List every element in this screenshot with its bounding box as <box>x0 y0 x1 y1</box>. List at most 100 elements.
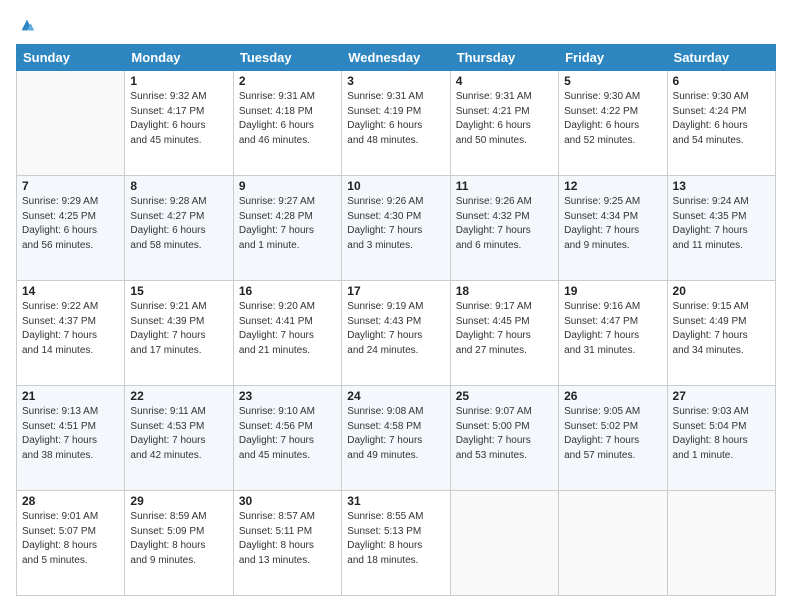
weekday-monday: Monday <box>125 45 233 71</box>
day-cell: 18 Sunrise: 9:17 AM Sunset: 4:45 PM Dayli… <box>450 281 558 386</box>
day-info: Sunrise: 8:57 AM Sunset: 5:11 PM Dayligh… <box>239 510 336 568</box>
day-info: Sunrise: 9:26 AM Sunset: 4:32 PM Dayligh… <box>456 195 553 253</box>
day-cell: 1 Sunrise: 9:32 AM Sunset: 4:17 PM Daylig… <box>125 71 233 176</box>
day-info: Sunrise: 9:32 AM Sunset: 4:17 PM Dayligh… <box>130 90 227 148</box>
day-info: Sunrise: 9:31 AM Sunset: 4:18 PM Dayligh… <box>239 90 336 148</box>
day-info: Sunrise: 9:05 AM Sunset: 5:02 PM Dayligh… <box>564 405 661 463</box>
day-cell <box>667 491 775 596</box>
day-info: Sunrise: 9:01 AM Sunset: 5:07 PM Dayligh… <box>22 510 119 568</box>
day-cell: 31 Sunrise: 8:55 AM Sunset: 5:13 PM Dayli… <box>342 491 450 596</box>
day-cell: 23 Sunrise: 9:10 AM Sunset: 4:56 PM Dayli… <box>233 386 341 491</box>
day-info: Sunrise: 9:21 AM Sunset: 4:39 PM Dayligh… <box>130 300 227 358</box>
day-cell: 5 Sunrise: 9:30 AM Sunset: 4:22 PM Daylig… <box>559 71 667 176</box>
weekday-tuesday: Tuesday <box>233 45 341 71</box>
day-info: Sunrise: 9:11 AM Sunset: 4:53 PM Dayligh… <box>130 405 227 463</box>
day-number: 31 <box>347 494 444 508</box>
day-info: Sunrise: 9:16 AM Sunset: 4:47 PM Dayligh… <box>564 300 661 358</box>
day-cell <box>450 491 558 596</box>
week-row-4: 28 Sunrise: 9:01 AM Sunset: 5:07 PM Dayli… <box>17 491 776 596</box>
day-cell: 11 Sunrise: 9:26 AM Sunset: 4:32 PM Dayli… <box>450 176 558 281</box>
day-cell: 4 Sunrise: 9:31 AM Sunset: 4:21 PM Daylig… <box>450 71 558 176</box>
day-number: 24 <box>347 389 444 403</box>
day-cell: 13 Sunrise: 9:24 AM Sunset: 4:35 PM Dayli… <box>667 176 775 281</box>
day-number: 9 <box>239 179 336 193</box>
day-number: 5 <box>564 74 661 88</box>
day-cell: 21 Sunrise: 9:13 AM Sunset: 4:51 PM Dayli… <box>17 386 125 491</box>
day-number: 13 <box>673 179 770 193</box>
day-cell: 9 Sunrise: 9:27 AM Sunset: 4:28 PM Daylig… <box>233 176 341 281</box>
day-cell: 8Sunrise: 9:28 AM Sunset: 4:27 PM Daylig… <box>125 176 233 281</box>
day-info: Sunrise: 9:30 AM Sunset: 4:22 PM Dayligh… <box>564 90 661 148</box>
day-number: 22 <box>130 389 227 403</box>
day-cell: 27 Sunrise: 9:03 AM Sunset: 5:04 PM Dayli… <box>667 386 775 491</box>
day-number: 4 <box>456 74 553 88</box>
day-number: 27 <box>673 389 770 403</box>
weekday-sunday: Sunday <box>17 45 125 71</box>
header <box>16 16 776 34</box>
weekday-saturday: Saturday <box>667 45 775 71</box>
day-number: 26 <box>564 389 661 403</box>
day-number: 16 <box>239 284 336 298</box>
day-number: 8 <box>130 179 227 193</box>
day-cell <box>559 491 667 596</box>
week-row-2: 14Sunrise: 9:22 AM Sunset: 4:37 PM Dayli… <box>17 281 776 386</box>
day-info: Sunrise: 9:22 AM Sunset: 4:37 PM Dayligh… <box>22 300 119 358</box>
day-cell: 30 Sunrise: 8:57 AM Sunset: 5:11 PM Dayli… <box>233 491 341 596</box>
day-cell: 24 Sunrise: 9:08 AM Sunset: 4:58 PM Dayli… <box>342 386 450 491</box>
logo-icon <box>18 16 36 34</box>
day-info: Sunrise: 9:31 AM Sunset: 4:21 PM Dayligh… <box>456 90 553 148</box>
day-cell: 6Sunrise: 9:30 AM Sunset: 4:24 PM Daylig… <box>667 71 775 176</box>
day-info: Sunrise: 9:17 AM Sunset: 4:45 PM Dayligh… <box>456 300 553 358</box>
day-info: Sunrise: 9:27 AM Sunset: 4:28 PM Dayligh… <box>239 195 336 253</box>
day-info: Sunrise: 9:24 AM Sunset: 4:35 PM Dayligh… <box>673 195 770 253</box>
day-info: Sunrise: 9:15 AM Sunset: 4:49 PM Dayligh… <box>673 300 770 358</box>
day-info: Sunrise: 9:20 AM Sunset: 4:41 PM Dayligh… <box>239 300 336 358</box>
day-number: 20 <box>673 284 770 298</box>
day-cell: 3Sunrise: 9:31 AM Sunset: 4:19 PM Daylig… <box>342 71 450 176</box>
day-cell: 22 Sunrise: 9:11 AM Sunset: 4:53 PM Dayli… <box>125 386 233 491</box>
day-number: 28 <box>22 494 119 508</box>
day-cell: 26 Sunrise: 9:05 AM Sunset: 5:02 PM Dayli… <box>559 386 667 491</box>
day-number: 21 <box>22 389 119 403</box>
day-info: Sunrise: 9:07 AM Sunset: 5:00 PM Dayligh… <box>456 405 553 463</box>
day-number: 30 <box>239 494 336 508</box>
week-row-3: 21 Sunrise: 9:13 AM Sunset: 4:51 PM Dayli… <box>17 386 776 491</box>
day-number: 29 <box>130 494 227 508</box>
day-info: Sunrise: 9:10 AM Sunset: 4:56 PM Dayligh… <box>239 405 336 463</box>
week-row-1: 7 Sunrise: 9:29 AM Sunset: 4:25 PM Daylig… <box>17 176 776 281</box>
day-cell: 2Sunrise: 9:31 AM Sunset: 4:18 PM Daylig… <box>233 71 341 176</box>
day-info: Sunrise: 9:26 AM Sunset: 4:30 PM Dayligh… <box>347 195 444 253</box>
day-cell: 25Sunrise: 9:07 AM Sunset: 5:00 PM Dayli… <box>450 386 558 491</box>
day-info: Sunrise: 9:08 AM Sunset: 4:58 PM Dayligh… <box>347 405 444 463</box>
day-info: Sunrise: 8:55 AM Sunset: 5:13 PM Dayligh… <box>347 510 444 568</box>
day-info: Sunrise: 9:13 AM Sunset: 4:51 PM Dayligh… <box>22 405 119 463</box>
day-info: Sunrise: 9:03 AM Sunset: 5:04 PM Dayligh… <box>673 405 770 463</box>
page: SundayMondayTuesdayWednesdayThursdayFrid… <box>0 0 792 612</box>
day-number: 6 <box>673 74 770 88</box>
day-number: 15 <box>130 284 227 298</box>
day-cell: 15 Sunrise: 9:21 AM Sunset: 4:39 PM Dayli… <box>125 281 233 386</box>
day-info: Sunrise: 9:19 AM Sunset: 4:43 PM Dayligh… <box>347 300 444 358</box>
logo <box>16 16 36 34</box>
day-info: Sunrise: 9:25 AM Sunset: 4:34 PM Dayligh… <box>564 195 661 253</box>
day-number: 19 <box>564 284 661 298</box>
day-number: 7 <box>22 179 119 193</box>
day-number: 23 <box>239 389 336 403</box>
week-row-0: 1 Sunrise: 9:32 AM Sunset: 4:17 PM Daylig… <box>17 71 776 176</box>
day-cell: 7 Sunrise: 9:29 AM Sunset: 4:25 PM Daylig… <box>17 176 125 281</box>
day-info: Sunrise: 9:29 AM Sunset: 4:25 PM Dayligh… <box>22 195 119 253</box>
day-cell: 28 Sunrise: 9:01 AM Sunset: 5:07 PM Dayli… <box>17 491 125 596</box>
weekday-friday: Friday <box>559 45 667 71</box>
day-number: 18 <box>456 284 553 298</box>
weekday-wednesday: Wednesday <box>342 45 450 71</box>
day-cell: 20 Sunrise: 9:15 AM Sunset: 4:49 PM Dayli… <box>667 281 775 386</box>
weekday-header-row: SundayMondayTuesdayWednesdayThursdayFrid… <box>17 45 776 71</box>
day-cell: 10Sunrise: 9:26 AM Sunset: 4:30 PM Dayli… <box>342 176 450 281</box>
day-info: Sunrise: 9:31 AM Sunset: 4:19 PM Dayligh… <box>347 90 444 148</box>
day-cell <box>17 71 125 176</box>
calendar-table: SundayMondayTuesdayWednesdayThursdayFrid… <box>16 44 776 596</box>
day-cell: 16 Sunrise: 9:20 AM Sunset: 4:41 PM Dayli… <box>233 281 341 386</box>
day-number: 17 <box>347 284 444 298</box>
day-number: 11 <box>456 179 553 193</box>
day-number: 1 <box>130 74 227 88</box>
